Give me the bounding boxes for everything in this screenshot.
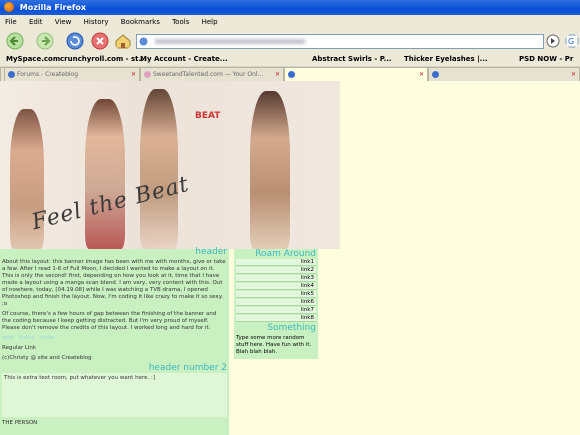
tab-close-icon[interactable]: ✕ — [571, 68, 576, 81]
tab-favicon-icon — [288, 71, 295, 78]
forward-arrow-icon[interactable] — [36, 32, 54, 50]
obscured-url — [155, 39, 305, 44]
sidebar: Roam Around link1 link2 link3 link4 link… — [234, 249, 318, 359]
bookmark-abstract-swirls[interactable]: Abstract Swirls - P... — [312, 53, 392, 66]
dancer-figure — [140, 89, 178, 249]
main-header: header — [195, 247, 227, 257]
tab-close-icon[interactable]: ✕ — [131, 68, 136, 81]
window-title: Mozilla Firefox — [19, 3, 87, 12]
menu-history[interactable]: History — [84, 18, 109, 26]
sidebar-header: Roam Around — [255, 249, 316, 259]
sidebar-link-6[interactable]: link6 — [236, 299, 316, 306]
bookmark-myspace[interactable]: MySpace.com — [6, 53, 60, 66]
menu-file[interactable]: File — [5, 18, 17, 26]
reload-icon[interactable] — [66, 32, 84, 50]
home-icon[interactable] — [114, 32, 132, 50]
sidebar-link-4[interactable]: link4 — [236, 283, 316, 290]
sidebar-link-5[interactable]: link5 — [236, 291, 316, 298]
menu-help[interactable]: Help — [202, 18, 218, 26]
tab-close-icon[interactable]: ✕ — [419, 68, 424, 81]
sidebar-link-7[interactable]: link7 — [236, 307, 316, 314]
dancer-figure — [85, 99, 125, 249]
tab-other[interactable]: ✕ — [428, 67, 580, 81]
main-content: header About this layout: this banner im… — [0, 247, 229, 435]
main-header-2: header number 2 — [148, 363, 227, 373]
bookmark-crunchyroll[interactable]: crunchyroll.com - st... — [60, 53, 147, 66]
bold-link[interactable]: bold — [2, 335, 14, 341]
italics-link[interactable]: italics — [19, 335, 35, 341]
stop-icon[interactable] — [91, 32, 109, 50]
bookmark-psd-now[interactable]: PSD NOW - Pr — [519, 53, 573, 66]
tab-forums[interactable]: Forums - Createblog ✕ — [4, 67, 140, 81]
sidebar-link-1[interactable]: link1 — [236, 259, 316, 266]
tab-close-icon[interactable]: ✕ — [275, 68, 280, 81]
extra-text-box: This is extra text room, put whatever yo… — [2, 373, 227, 417]
menu-bar: File Edit View History Bookmarks Tools H… — [0, 15, 580, 29]
note-paragraph: Of course, there's a few hours of gap be… — [2, 311, 217, 331]
menu-view[interactable]: View — [55, 18, 72, 26]
sidebar-link-2[interactable]: link2 — [236, 267, 316, 274]
tab-favicon-icon — [8, 71, 15, 78]
sidebar-link-8[interactable]: link8 — [236, 315, 316, 322]
tab-bar: Forums - Createblog ✕ SweetandTalented.co… — [0, 66, 580, 81]
banner-beat-tag: BEAT — [195, 111, 221, 121]
strike-link[interactable]: strike — [39, 335, 54, 341]
go-button-icon[interactable] — [546, 34, 560, 48]
menu-edit[interactable]: Edit — [29, 18, 43, 26]
window-titlebar: Mozilla Firefox — [0, 0, 580, 15]
bookmark-my-account[interactable]: My Account - Create... — [140, 53, 228, 66]
dancer-figure — [250, 91, 290, 249]
sidebar-link-3[interactable]: link3 — [236, 275, 316, 282]
web-page: BEAT Feel the Beat header About this lay… — [0, 81, 580, 435]
banner-image: BEAT Feel the Beat — [0, 81, 340, 249]
address-bar[interactable] — [136, 34, 544, 49]
about-paragraph: About this layout: this banner image has… — [2, 259, 226, 307]
regular-link[interactable]: Regular Link — [2, 345, 227, 352]
svg-text:G: G — [568, 37, 574, 46]
menu-tools[interactable]: Tools — [172, 18, 189, 26]
search-engine-icon[interactable]: G — [565, 34, 579, 48]
bookmark-thicker-eyelashes[interactable]: Thicker Eyelashes |... — [404, 53, 488, 66]
footer-text: THE PERSON — [2, 420, 38, 426]
tab-favicon-icon — [432, 71, 439, 78]
bookmarks-toolbar: MySpace.com crunchyroll.com - st... My A… — [0, 53, 580, 66]
style-sample-links: bold italics strike — [2, 335, 227, 342]
back-arrow-icon[interactable] — [6, 32, 24, 50]
globe-icon — [139, 37, 148, 46]
sidebar-header-2: Something — [267, 323, 316, 333]
firefox-logo-icon — [4, 2, 14, 12]
credit-text: (c)Christy @ site and Createblog — [2, 355, 92, 361]
tab-sweetandtalented[interactable]: SweetandTalented.com — Your Onl... ✕ — [140, 67, 284, 81]
menu-bookmarks[interactable]: Bookmarks — [121, 18, 160, 26]
tab-favicon-icon — [144, 71, 151, 78]
sidebar-text: Type some more random stuff here. Have f… — [236, 335, 312, 355]
tab-current[interactable]: ✕ — [284, 67, 428, 81]
